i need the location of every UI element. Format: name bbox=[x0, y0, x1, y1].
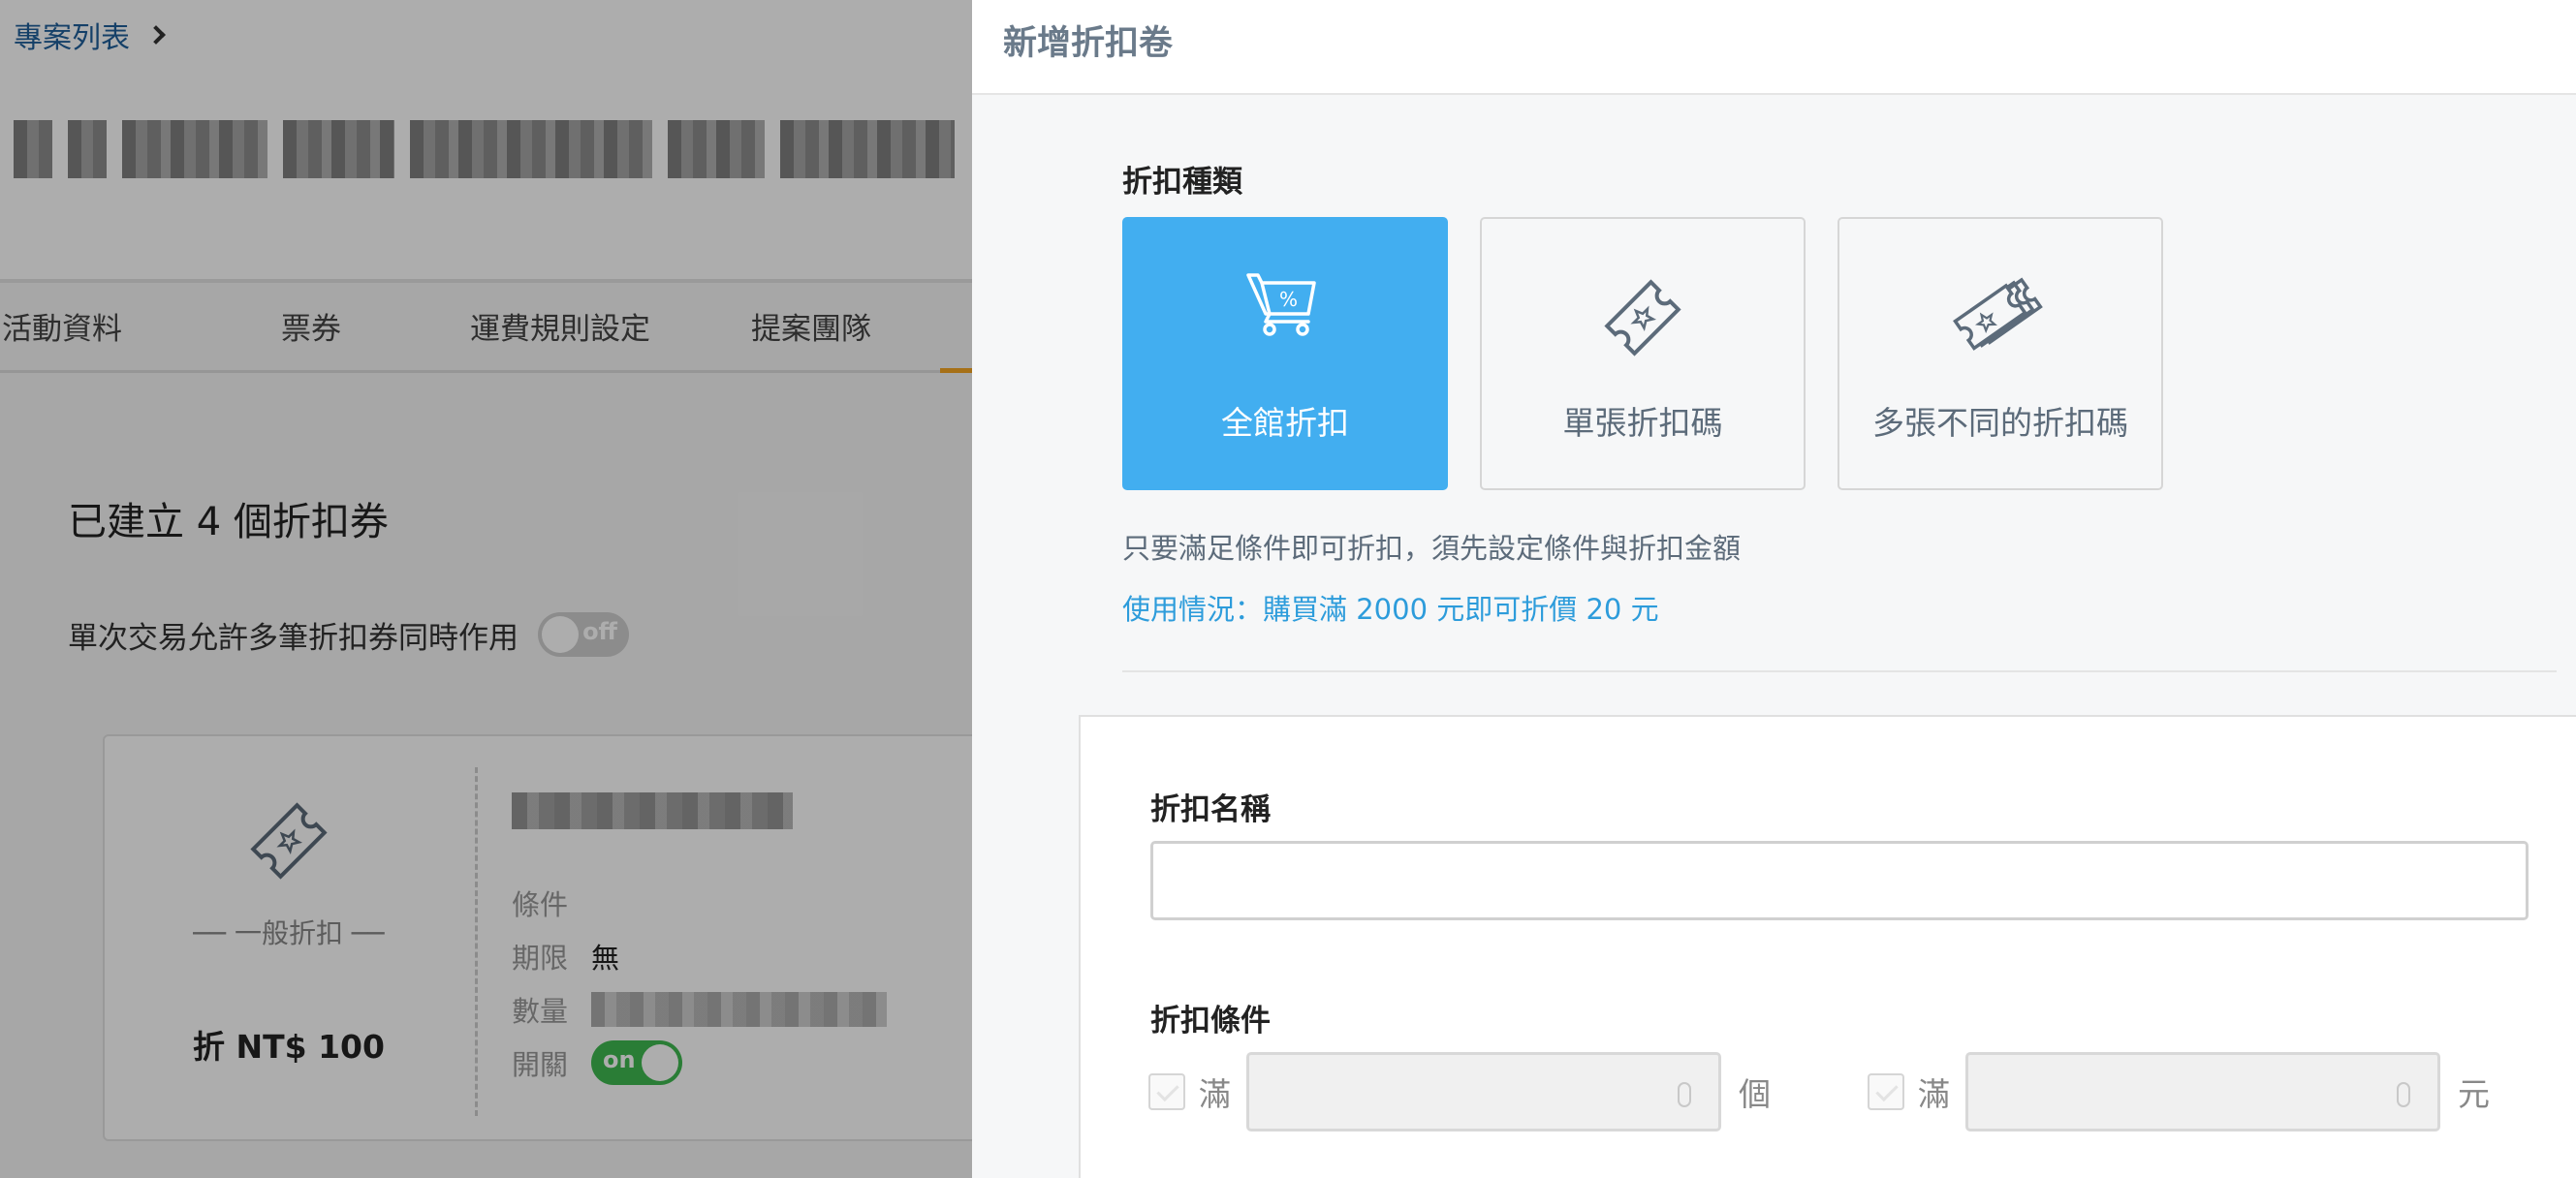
condition-amount-checkbox[interactable] bbox=[1868, 1073, 1904, 1110]
svg-text:%: % bbox=[1279, 288, 1298, 311]
condition-quantity-unit: 個 bbox=[1739, 1075, 1771, 1113]
condition-amount-prefix: 滿 bbox=[1918, 1075, 1950, 1113]
add-coupon-drawer: 新增折扣卷 折扣種類 % 全館折扣 單張折扣碼 多張不同的折扣碼 只要滿足條件即… bbox=[972, 0, 2576, 1178]
drawer-title: 新增折扣卷 bbox=[1003, 24, 1174, 63]
type-card-label: 多張不同的折扣碼 bbox=[1872, 404, 2128, 442]
discount-type-label: 折扣種類 bbox=[1122, 165, 1242, 200]
discount-name-input[interactable] bbox=[1150, 841, 2529, 920]
drawer-header: 新增折扣卷 bbox=[972, 0, 2576, 95]
condition-quantity-checkbox[interactable] bbox=[1148, 1073, 1185, 1110]
discount-condition-label: 折扣條件 bbox=[1150, 1004, 1271, 1038]
stepper-icon[interactable] bbox=[1678, 1082, 1691, 1107]
coupon-form: 折扣名稱 折扣條件 滿 個 滿 元 bbox=[1079, 715, 2576, 1178]
condition-amount-unit: 元 bbox=[2458, 1075, 2490, 1113]
type-card-multiple-codes[interactable]: 多張不同的折扣碼 bbox=[1838, 217, 2163, 490]
cart-percent-icon: % bbox=[1246, 273, 1316, 336]
condition-quantity-prefix: 滿 bbox=[1199, 1075, 1231, 1113]
type-card-store-wide[interactable]: % 全館折扣 bbox=[1122, 217, 1448, 490]
discount-type-description: 只要滿足條件即可折扣，須先設定條件與折扣金額 bbox=[1122, 532, 1742, 565]
ticket-icon bbox=[1604, 279, 1681, 356]
type-card-single-code[interactable]: 單張折扣碼 bbox=[1480, 217, 1806, 490]
condition-row: 滿 個 滿 元 bbox=[1148, 1052, 2490, 1132]
discount-name-label: 折扣名稱 bbox=[1150, 792, 1271, 827]
multi-ticket-icon bbox=[1953, 277, 2043, 351]
condition-quantity-input[interactable] bbox=[1246, 1052, 1721, 1132]
type-card-label: 全館折扣 bbox=[1221, 404, 1349, 442]
modal-backdrop[interactable] bbox=[0, 0, 972, 1178]
type-card-label: 單張折扣碼 bbox=[1562, 404, 1723, 442]
stepper-icon[interactable] bbox=[2397, 1082, 2410, 1107]
usage-example: 使用情況：購買滿 2000 元即可折價 20 元 bbox=[1122, 593, 1659, 626]
section-divider bbox=[1122, 670, 2557, 672]
condition-amount-input[interactable] bbox=[1965, 1052, 2440, 1132]
